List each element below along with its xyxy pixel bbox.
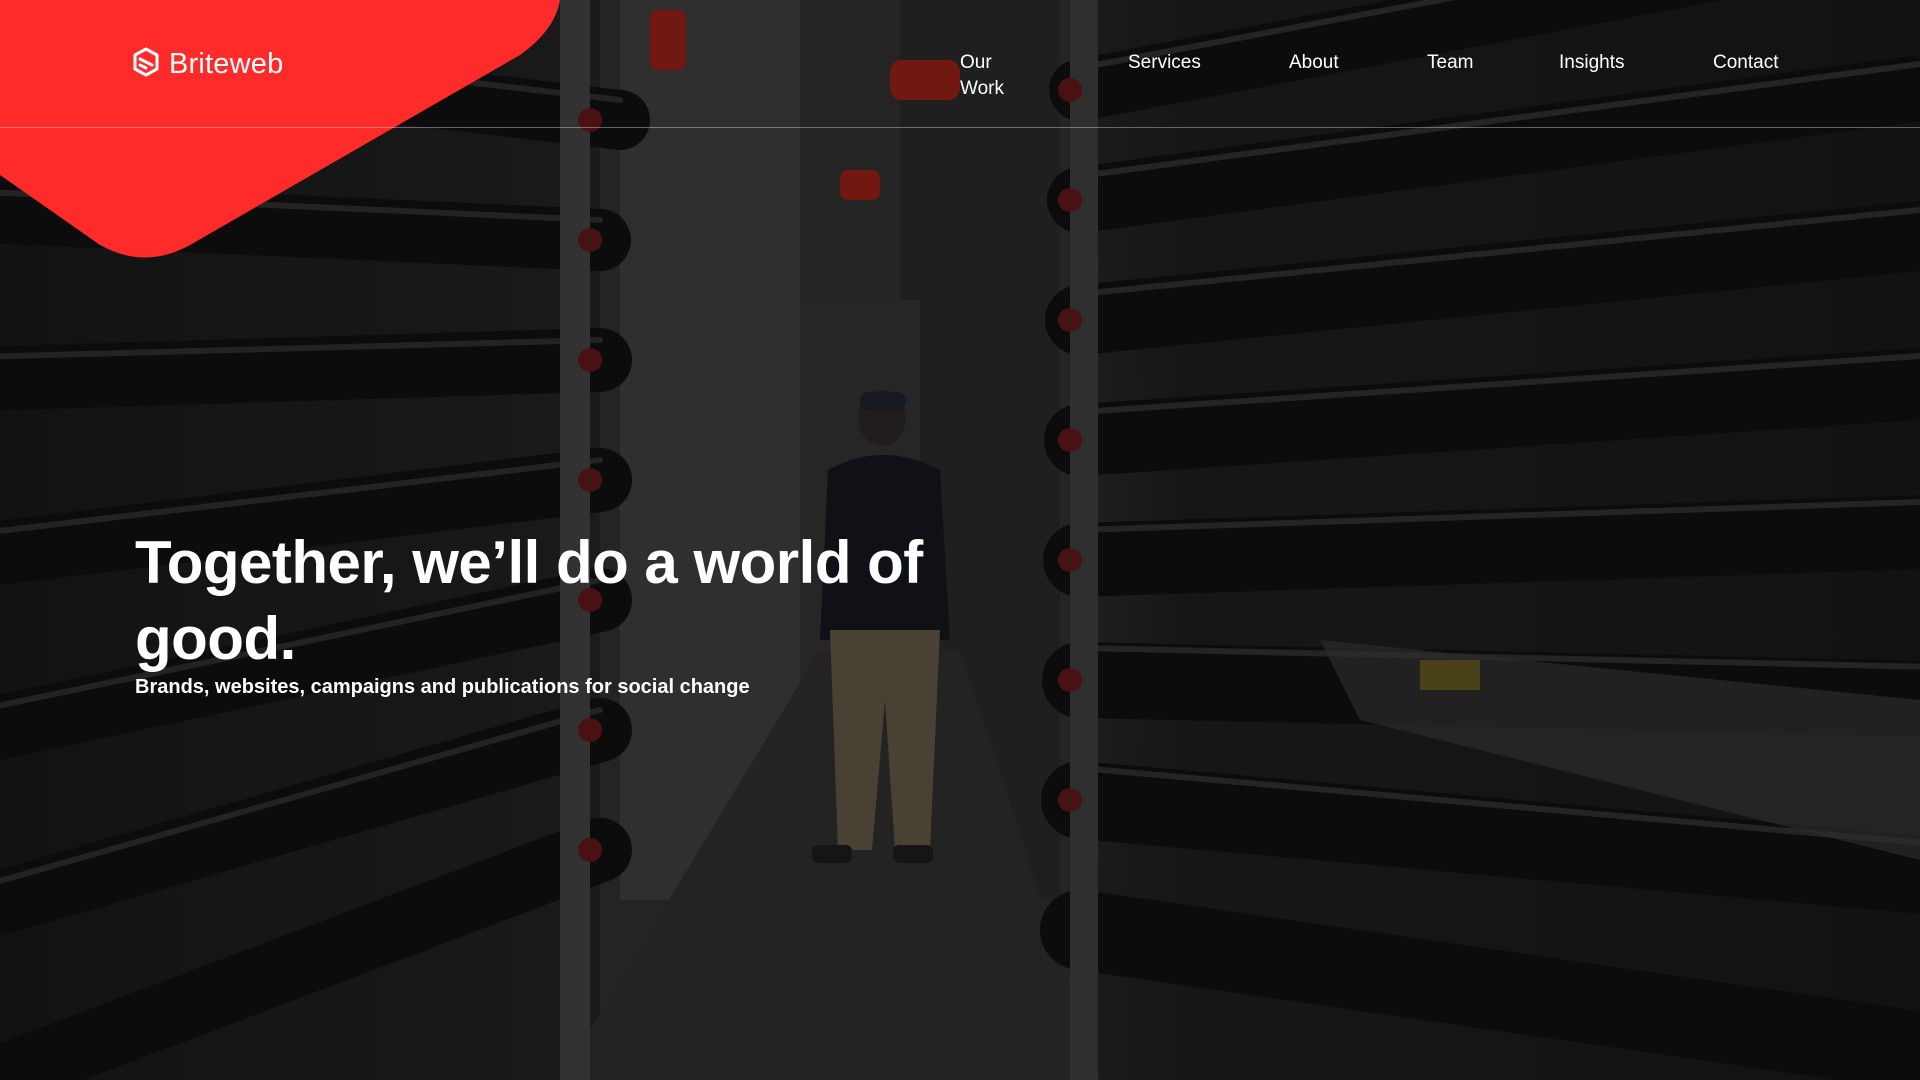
hero-subtitle: Brands, websites, campaigns and publicat…: [135, 676, 750, 698]
brand-accent-shape: [0, 0, 560, 258]
briteweb-logo[interactable]: Briteweb: [133, 47, 283, 82]
nav-item-contact[interactable]: Contact: [1713, 50, 1778, 76]
nav-item-services[interactable]: Services: [1128, 50, 1201, 76]
header-divider: [0, 127, 1920, 128]
brand-name: Briteweb: [169, 48, 284, 80]
nav-item-insights[interactable]: Insights: [1559, 50, 1624, 76]
nav-item-our-work[interactable]: Our Work: [960, 50, 1004, 102]
nav-item-about[interactable]: About: [1289, 50, 1339, 76]
briteweb-logo-icon: [133, 47, 159, 82]
hero-title: Together, we’ll do a world of good.: [135, 529, 923, 672]
nav-item-team[interactable]: Team: [1427, 50, 1473, 76]
